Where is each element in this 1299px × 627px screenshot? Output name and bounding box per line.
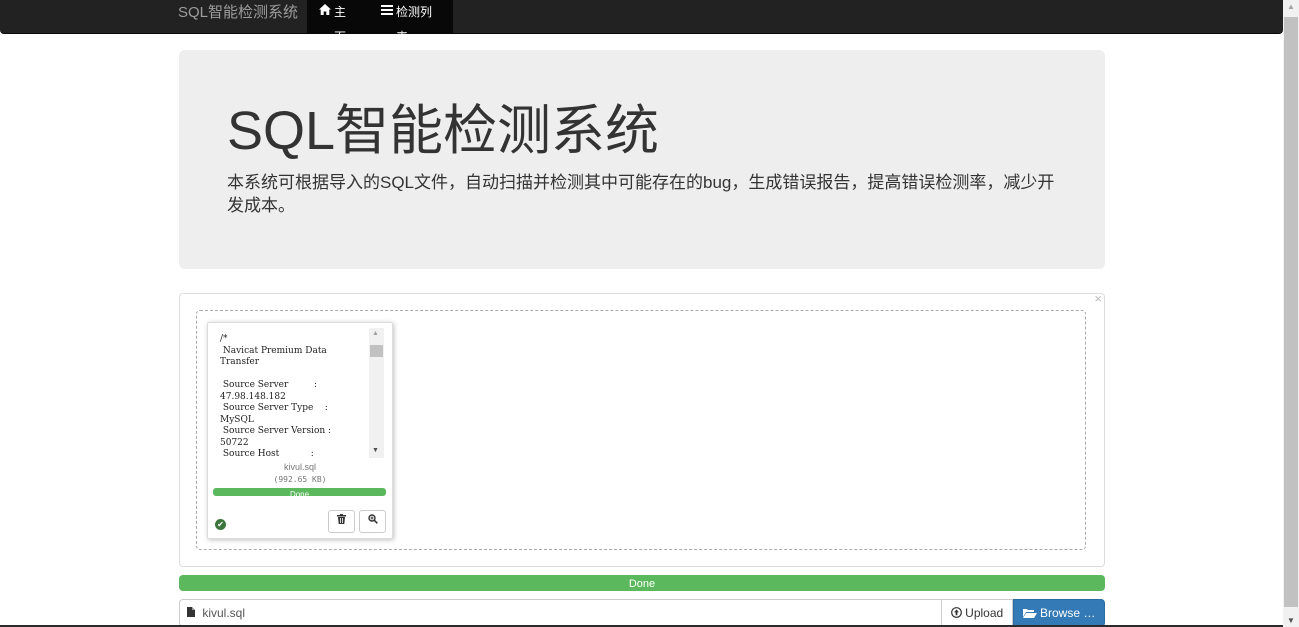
zoom-in-icon (367, 514, 378, 527)
scroll-down-arrow-icon[interactable]: ▼ (372, 447, 379, 454)
folder-open-icon (1022, 606, 1040, 620)
file-caption-name: kivul.sql (202, 606, 246, 620)
upload-progress-bar: Done (179, 575, 1105, 591)
file-size: (992.65 KB) (273, 475, 327, 484)
page-scroll-thumb[interactable] (1284, 17, 1298, 607)
page-scrollbar[interactable]: ▲ ▼ (1283, 0, 1299, 627)
file-icon (187, 601, 195, 627)
nav-item-detection-list-label: 检测列表 (396, 5, 433, 44)
close-icon[interactable]: × (1094, 291, 1102, 306)
page-scroll-down-icon[interactable]: ▼ (1287, 616, 1295, 625)
file-preview-panel: × /* Navicat Premium Data Transfer Sourc… (179, 291, 1105, 567)
home-icon (319, 0, 331, 25)
browse-button[interactable]: Browse … (1013, 599, 1105, 627)
upload-icon (950, 606, 965, 620)
page-scroll-up-icon[interactable]: ▲ (1287, 2, 1295, 11)
file-drop-zone[interactable]: /* Navicat Premium Data Transfer Source … (196, 310, 1086, 550)
check-circle-icon: ✔ (215, 519, 226, 530)
file-name: kivul.sql (283, 462, 316, 472)
page-title: SQL智能检测系统 (227, 101, 660, 161)
file-upload-progress: Done (213, 488, 386, 496)
file-preview-card: /* Navicat Premium Data Transfer Source … (207, 322, 393, 539)
upload-button[interactable]: Upload (941, 599, 1013, 627)
browse-button-label: Browse … (1039, 606, 1096, 620)
file-input-group: kivul.sql Upload Browse … (179, 599, 1105, 627)
top-navbar: SQL智能检测系统 主页 检测列表 (0, 0, 1283, 44)
file-content-text: /* Navicat Premium Data Transfer Source … (220, 334, 332, 458)
hero-jumbotron: SQL智能检测系统 本系统可根据导入的SQL文件，自动扫描并检测其中可能存在的b… (179, 50, 1105, 269)
preview-scrollbar[interactable]: ▲ ▼ (369, 328, 384, 458)
nav-item-home[interactable]: 主页 (307, 0, 369, 44)
remove-file-button[interactable] (328, 510, 355, 533)
page-description: 本系统可根据导入的SQL文件，自动扫描并检测其中可能存在的bug，生成错误报告，… (227, 173, 1055, 215)
file-progress-label: Done (289, 490, 310, 496)
upload-progress-label: Done (628, 578, 656, 590)
scroll-thumb[interactable] (370, 345, 383, 357)
list-icon (381, 0, 393, 25)
zoom-file-button[interactable] (359, 510, 386, 533)
nav-item-home-label: 主页 (334, 5, 347, 44)
upload-button-label: Upload (965, 606, 1004, 620)
navbar-brand[interactable]: SQL智能检测系统 (178, 0, 298, 33)
file-content-preview[interactable]: /* Navicat Premium Data Transfer Source … (213, 328, 388, 458)
scroll-up-arrow-icon[interactable]: ▲ (372, 330, 379, 337)
trash-icon (337, 514, 346, 527)
nav-item-detection-list[interactable]: 检测列表 (369, 0, 453, 44)
file-caption[interactable]: kivul.sql (179, 599, 942, 627)
